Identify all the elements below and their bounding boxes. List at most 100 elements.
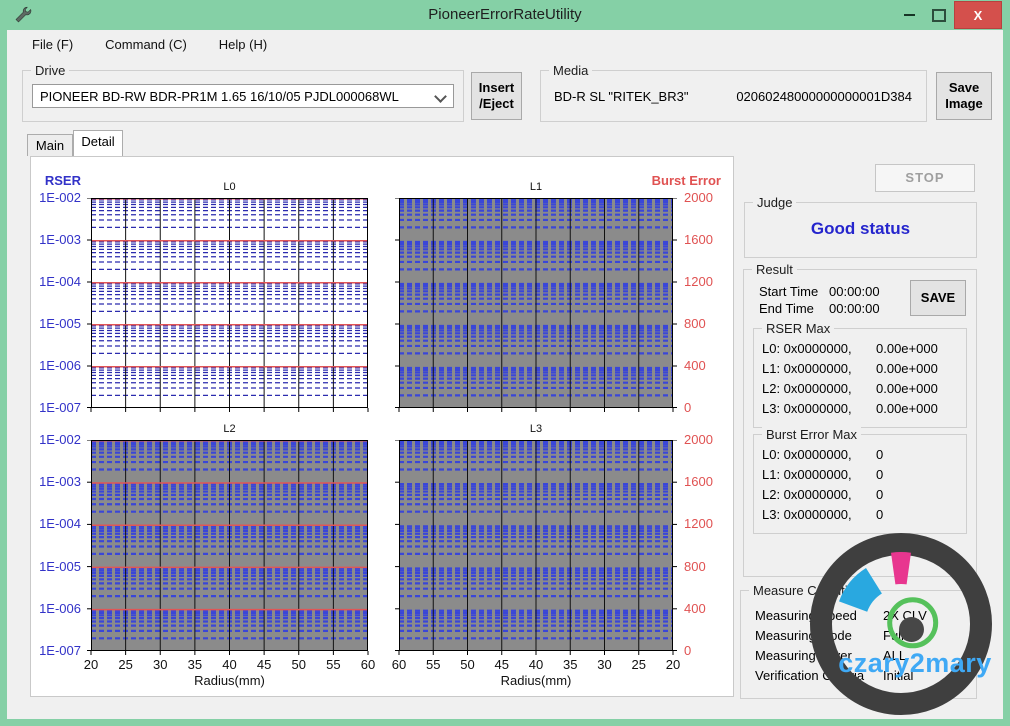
burst-error-max-label: L2: 0x0000000,: [762, 486, 852, 502]
x-tick: 35: [187, 657, 203, 672]
burst-error-max-value: 0: [876, 486, 884, 502]
x-tick: 60: [391, 657, 407, 672]
y-left-tick: 1E-003: [39, 232, 81, 247]
save-button[interactable]: SAVE: [910, 280, 966, 316]
measure-condition-value: ALL: [883, 647, 907, 663]
y-right-tick: 0: [684, 643, 692, 658]
save-image-button[interactable]: Save Image: [936, 72, 992, 120]
measure-condition-label: Measuring Mode: [755, 627, 852, 643]
y-right-tick: 800: [684, 316, 706, 331]
right-axis-title: Burst Error: [651, 173, 721, 188]
insert-eject-button[interactable]: Insert /Eject: [471, 72, 522, 120]
x-axis-title: Radius(mm): [194, 673, 265, 688]
media-group: Media BD-R SL "RITEK_BR3" 02060248000000…: [540, 63, 927, 122]
drive-group-label: Drive: [31, 63, 70, 78]
chart-plot-l0: [87, 198, 369, 412]
result-group-label: Result: [752, 262, 797, 277]
burst-error-max-value: 0: [876, 506, 884, 522]
burst-error-max-value: 0: [876, 446, 884, 462]
measure-condition-row: Measuring Layer ALL: [755, 645, 970, 665]
menu-item-help-h[interactable]: Help (H): [209, 33, 277, 56]
y-right-tick: 800: [684, 558, 706, 574]
close-button[interactable]: X: [954, 1, 1002, 29]
rser-max-label: RSER Max: [762, 321, 835, 336]
x-tick: 20: [83, 657, 99, 672]
stop-button[interactable]: STOP: [875, 164, 975, 192]
client-area: File (F) Command (C) Help (H) Drive PIONEE…: [7, 30, 1003, 719]
y-left-tick: 1E-007: [39, 400, 81, 415]
x-tick: 40: [528, 657, 544, 672]
chart-title-l0: L0: [223, 181, 236, 193]
judge-group-label: Judge: [753, 195, 797, 210]
burst-error-max-label: L1: 0x0000000,: [762, 466, 852, 482]
rser-max-label: L2: 0x0000000,: [762, 380, 852, 396]
burst-error-max-row: L0: 0x0000000, 0: [762, 444, 962, 464]
chart-plot-l3: [395, 440, 677, 655]
burst-error-max-row: L1: 0x0000000, 0: [762, 464, 962, 484]
measure-condition-row: Verification Criteria Initial: [755, 665, 970, 685]
judge-group: Judge Good status: [744, 195, 977, 258]
judge-status: Good status: [810, 219, 911, 238]
x-tick: 45: [494, 657, 509, 672]
chart-title-l2: L2: [223, 423, 236, 435]
rser-max-value: 0.00e+000: [876, 340, 938, 356]
drive-selected-value: PIONEER BD-RW BDR-PR1M 1.65 16/10/05 PJD…: [40, 88, 399, 104]
rser-max-row: L2: 0x0000000, 0.00e+000: [762, 378, 962, 398]
minimize-button[interactable]: [894, 2, 924, 28]
menu-item-file-f[interactable]: File (F): [22, 33, 83, 56]
y-left-tick: 1E-005: [39, 316, 81, 331]
menu-item-command-c[interactable]: Command (C): [95, 33, 197, 56]
rser-max-label: L3: 0x0000000,: [762, 400, 852, 416]
x-tick: 20: [665, 657, 681, 672]
burst-error-max-group: Burst Error Max L0: 0x0000000, 0 L1: 0x000…: [753, 427, 967, 534]
burst-error-max-label: Burst Error Max: [762, 427, 862, 442]
y-right-tick: 2000: [684, 432, 713, 447]
y-right-tick: 1200: [684, 516, 713, 532]
burst-error-max-label: L0: 0x0000000,: [762, 446, 852, 462]
measure-condition-label: Measuring Layer: [755, 647, 852, 663]
close-icon: X: [973, 7, 983, 23]
end-time-label: End Time: [759, 301, 814, 316]
y-right-tick: 1600: [684, 474, 713, 490]
burst-error-max-row: L3: 0x0000000, 0: [762, 504, 962, 524]
maximize-button[interactable]: [924, 2, 954, 28]
tab-detail[interactable]: Detail: [73, 130, 123, 156]
y-left-tick: 1E-006: [39, 600, 81, 616]
chart-title-l1: L1: [529, 181, 543, 193]
y-right-tick: 400: [684, 600, 706, 616]
media-disc-id: 02060248000000000001D384: [736, 89, 912, 104]
measure-condition-value: Full: [883, 627, 904, 643]
y-right-tick: 1600: [684, 232, 713, 247]
menu-bar: File (F) Command (C) Help (H): [7, 30, 1003, 58]
x-tick: 35: [563, 657, 578, 672]
y-left-tick: 1E-005: [39, 558, 81, 574]
x-tick: 55: [326, 657, 341, 672]
chart-plot-l2: [87, 440, 369, 655]
app-window: PioneerErrorRateUtility X File (F) Comman…: [0, 0, 1010, 726]
drive-group: Drive PIONEER BD-RW BDR-PR1M 1.65 16/10/…: [22, 63, 464, 122]
titlebar: PioneerErrorRateUtility X: [0, 0, 1010, 30]
measure-condition-label: Measuring Speed: [755, 607, 857, 623]
x-tick: 50: [460, 657, 475, 672]
burst-error-max-label: L3: 0x0000000,: [762, 506, 852, 522]
rser-max-row: L0: 0x0000000, 0.00e+000: [762, 338, 962, 358]
measure-condition-value: Initial: [883, 667, 914, 683]
x-tick: 30: [597, 657, 612, 672]
drive-select[interactable]: PIONEER BD-RW BDR-PR1M 1.65 16/10/05 PJD…: [32, 84, 454, 108]
tab-main[interactable]: Main: [27, 134, 73, 156]
window-title: PioneerErrorRateUtility: [428, 6, 582, 23]
start-time-value: 00:00:00: [829, 284, 880, 299]
end-time-value: 00:00:00: [829, 301, 880, 316]
start-time-row: Start Time 00:00:00: [759, 284, 880, 299]
detail-tab-page: RSER Burst Error 1E-002 1E-003 1E-004 1E-005 1…: [30, 156, 734, 697]
rser-max-value: 0.00e+000: [876, 380, 938, 396]
start-time-label: Start Time: [759, 284, 819, 299]
y-left-tick: 1E-007: [39, 643, 81, 658]
y-right-tick: 400: [684, 358, 706, 373]
x-tick: 50: [291, 657, 306, 672]
measure-condition-value: 2X CLV: [883, 607, 927, 623]
measure-condition-label: Verification Criteria: [755, 667, 865, 683]
measure-condition-row: Measuring Mode Full: [755, 625, 970, 645]
y-right-tick: 2000: [684, 190, 713, 205]
rser-max-label: L1: 0x0000000,: [762, 360, 852, 376]
